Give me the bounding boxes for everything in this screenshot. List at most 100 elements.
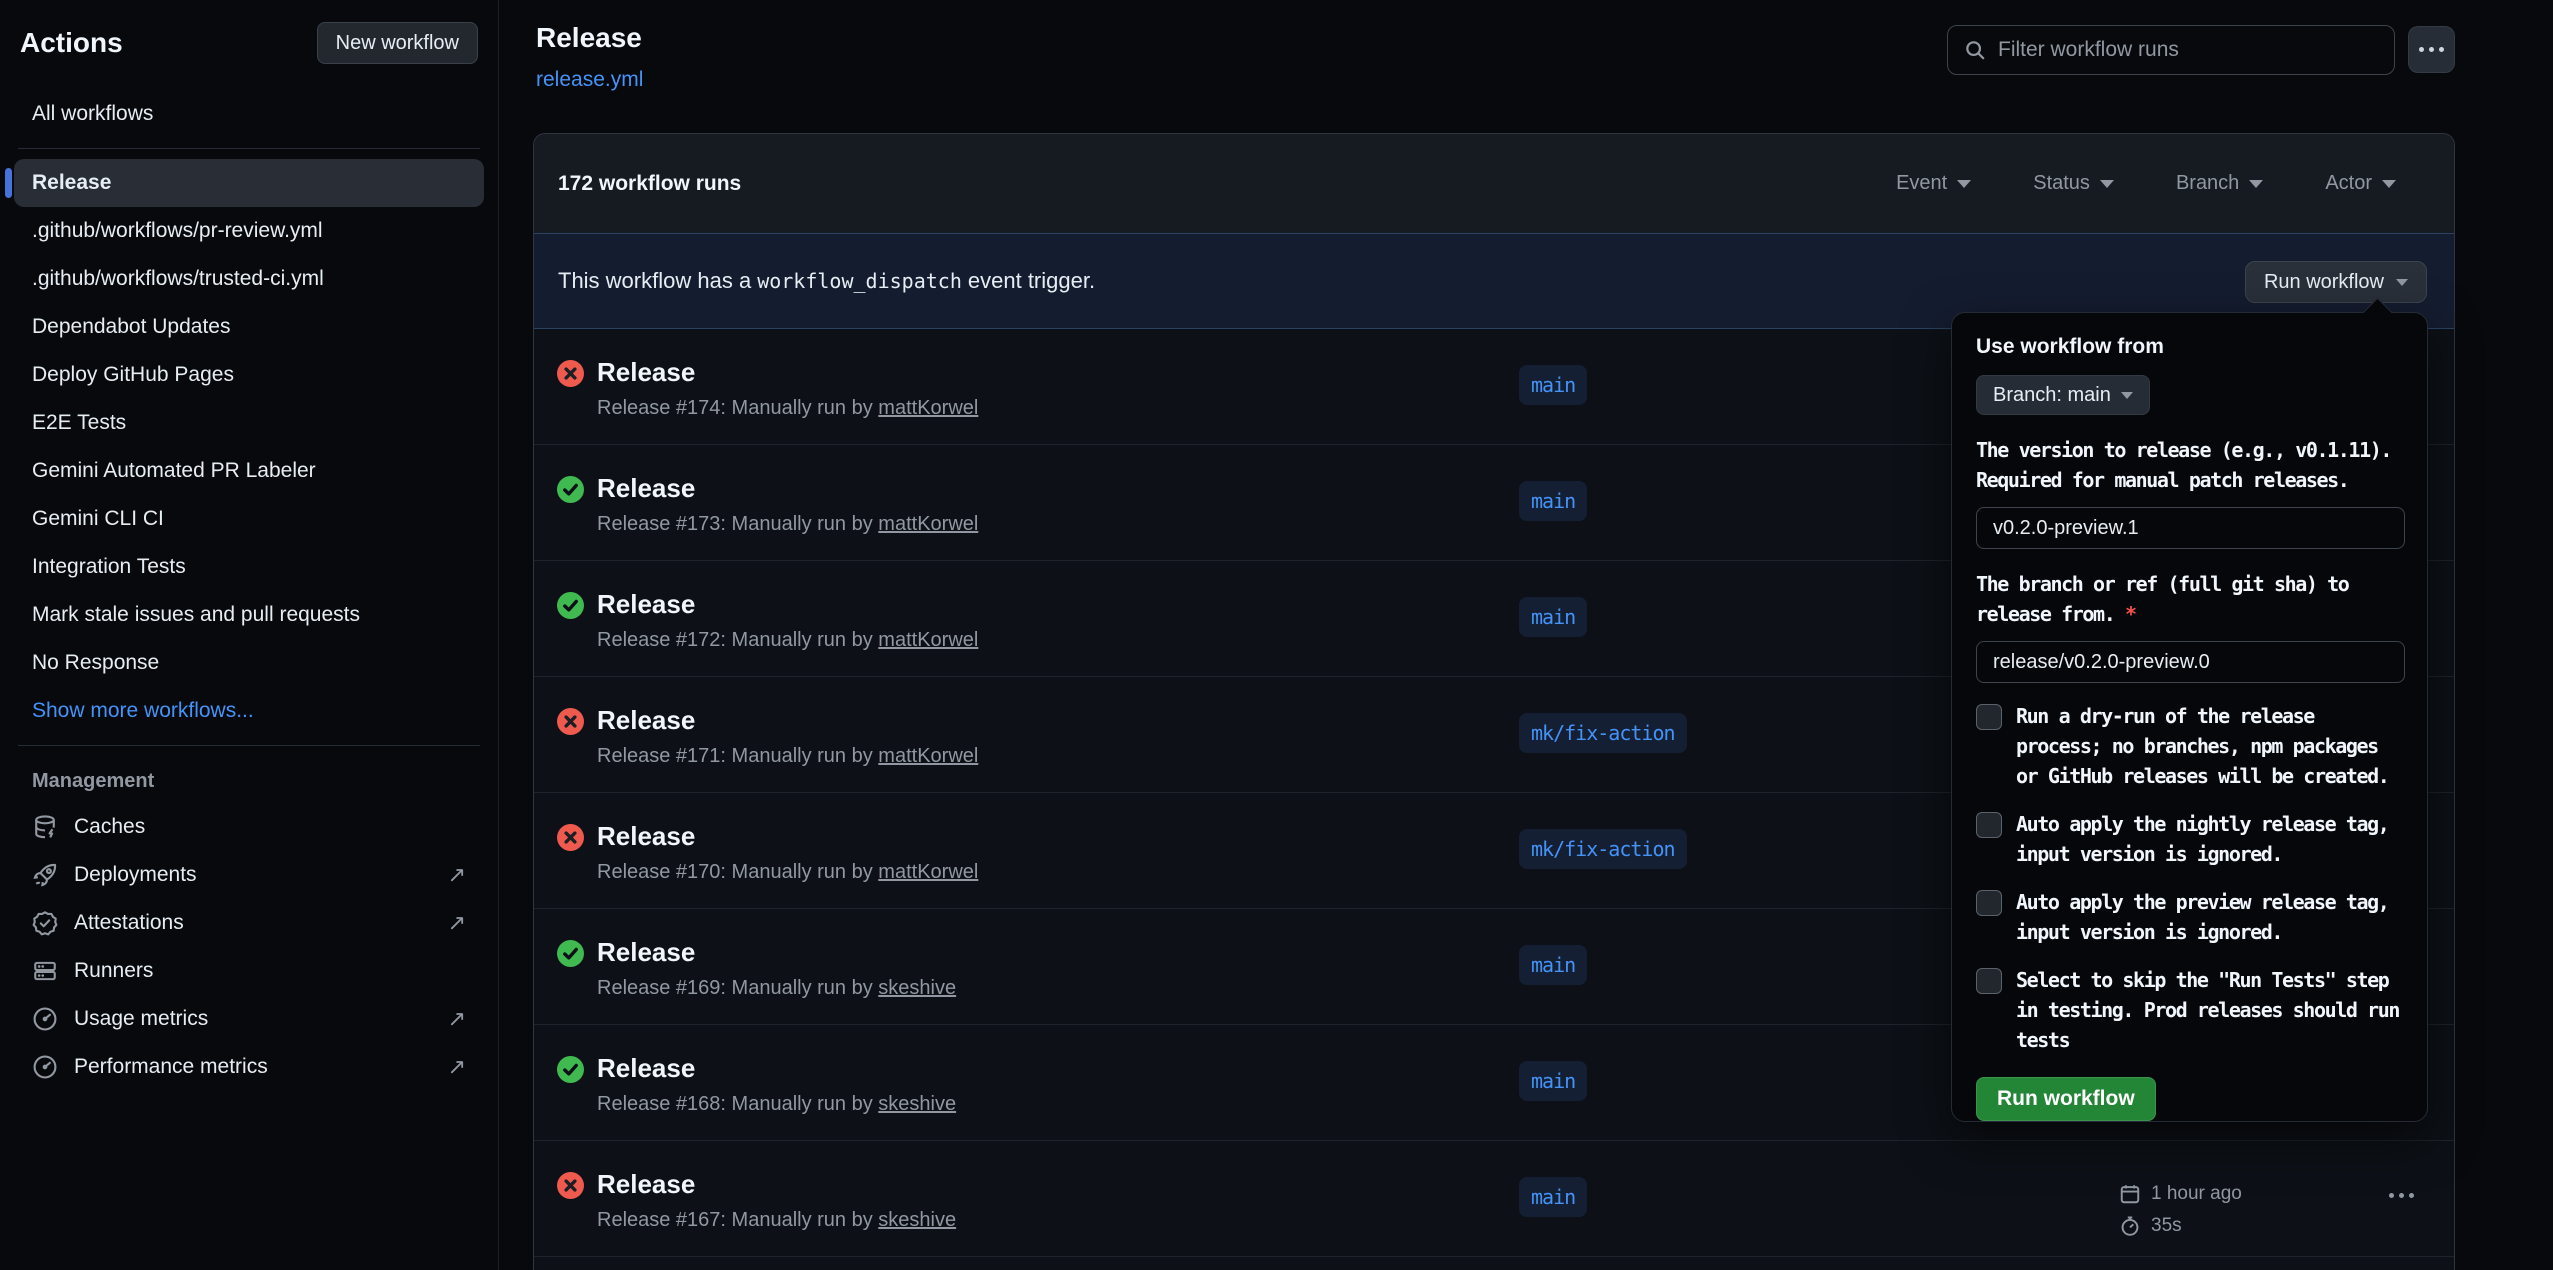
sidebar-item-gemini-automated-pr-labeler[interactable]: Gemini Automated PR Labeler	[14, 447, 484, 495]
runs-count: 172 workflow runs	[558, 172, 741, 196]
panel-checkbox-row: Auto apply the nightly release tag, inpu…	[1976, 809, 2403, 869]
sidebar-item-dependabot-updates[interactable]: Dependabot Updates	[14, 303, 484, 351]
filter-actor[interactable]: Actor	[2325, 172, 2396, 195]
required-asterisk: *	[2125, 602, 2136, 626]
server-icon	[32, 958, 58, 984]
chevron-down-icon	[1957, 180, 1971, 188]
checkbox-label: Auto apply the nightly release tag, inpu…	[2016, 809, 2403, 869]
branch-badge[interactable]: main	[1519, 945, 1587, 985]
branch-badge[interactable]: mk/fix-action	[1519, 713, 1687, 753]
branch-badge[interactable]: main	[1519, 597, 1587, 637]
run-subtitle: Release #171: Manually run by mattKorwel	[597, 745, 978, 768]
filter-event[interactable]: Event	[1896, 172, 1971, 195]
run-workflow-submit-button[interactable]: Run workflow	[1976, 1077, 2156, 1121]
chevron-down-icon	[2249, 180, 2263, 188]
workflow-title: Release	[536, 22, 642, 54]
run-title[interactable]: Release	[597, 937, 695, 968]
management-item-usage-metrics[interactable]: Usage metrics ↗	[14, 995, 484, 1043]
actor-link[interactable]: mattKorwel	[878, 861, 978, 883]
event-code: workflow_dispatch	[751, 269, 968, 293]
management-item-caches[interactable]: Caches	[14, 803, 484, 851]
filter-workflow-runs-field[interactable]	[1947, 25, 2395, 75]
external-link-icon: ↗	[448, 862, 466, 888]
checkbox-input[interactable]	[1976, 704, 2002, 730]
checkbox-input[interactable]	[1976, 812, 2002, 838]
checkbox-input[interactable]	[1976, 890, 2002, 916]
filter-status[interactable]: Status	[2033, 172, 2114, 195]
branch-badge[interactable]: main	[1519, 481, 1587, 521]
run-title[interactable]: Release	[597, 1169, 695, 1200]
sidebar-item-no-response[interactable]: No Response	[14, 639, 484, 687]
run-title[interactable]: Release	[597, 1053, 695, 1084]
sidebar-item-github-workflows-pr-review-yml[interactable]: .github/workflows/pr-review.yml	[14, 207, 484, 255]
run-options-button[interactable]	[2389, 1193, 2414, 1198]
meter-icon	[32, 1054, 58, 1080]
actions-sidebar: Actions New workflow All workflows Relea…	[0, 0, 499, 1270]
run-title[interactable]: Release	[597, 473, 695, 504]
version-input[interactable]	[1976, 507, 2405, 549]
panel-checkboxes: Run a dry-run of the release process; no…	[1976, 701, 2403, 1055]
run-subtitle: Release #169: Manually run by skeshive	[597, 977, 956, 1000]
filter-branch[interactable]: Branch	[2176, 172, 2263, 195]
sidebar-item-all-workflows[interactable]: All workflows	[14, 90, 484, 138]
verified-icon	[32, 910, 58, 936]
success-status-icon	[557, 940, 584, 967]
run-subtitle: Release #172: Manually run by mattKorwel	[597, 629, 978, 652]
rocket-icon	[32, 862, 58, 888]
branch-badge[interactable]: mk/fix-action	[1519, 829, 1687, 869]
sidebar-item-gemini-cli-ci[interactable]: Gemini CLI CI	[14, 495, 484, 543]
failed-status-icon	[557, 1172, 584, 1199]
cache-icon	[32, 814, 58, 840]
meter-icon	[32, 1006, 58, 1032]
actor-link[interactable]: mattKorwel	[878, 745, 978, 767]
branch-badge[interactable]: main	[1519, 1061, 1587, 1101]
sidebar-item-deploy-github-pages[interactable]: Deploy GitHub Pages	[14, 351, 484, 399]
run-workflow-dropdown-button[interactable]: Run workflow	[2245, 261, 2427, 303]
run-title[interactable]: Release	[597, 357, 695, 388]
run-title[interactable]: Release	[597, 705, 695, 736]
management-item-deployments[interactable]: Deployments ↗	[14, 851, 484, 899]
external-link-icon: ↗	[448, 910, 466, 936]
checkbox-input[interactable]	[1976, 968, 2002, 994]
actor-link[interactable]: skeshive	[878, 977, 956, 999]
external-link-icon: ↗	[448, 1054, 466, 1080]
sidebar-item-integration-tests[interactable]: Integration Tests	[14, 543, 484, 591]
run-title[interactable]: Release	[597, 821, 695, 852]
actor-link[interactable]: skeshive	[878, 1093, 956, 1115]
page-title: Actions	[20, 27, 123, 59]
workflow-options-button[interactable]	[2408, 26, 2455, 73]
workflow-run-row[interactable]: Release Release #167: Manually run by sk…	[534, 1141, 2454, 1257]
kebab-icon	[2419, 47, 2444, 52]
sidebar-item-mark-stale-issues-and-pull-requests[interactable]: Mark stale issues and pull requests	[14, 591, 484, 639]
branch-select-button[interactable]: Branch: main	[1976, 375, 2150, 415]
actor-link[interactable]: mattKorwel	[878, 629, 978, 651]
management-item-attestations[interactable]: Attestations ↗	[14, 899, 484, 947]
new-workflow-button[interactable]: New workflow	[317, 22, 478, 64]
failed-status-icon	[557, 708, 584, 735]
sidebar-item-e2e-tests[interactable]: E2E Tests	[14, 399, 484, 447]
search-icon	[1964, 39, 1986, 61]
actor-link[interactable]: mattKorwel	[878, 513, 978, 535]
ref-input[interactable]	[1976, 641, 2405, 683]
run-workflow-panel: Use workflow from Branch: main The versi…	[1951, 312, 2428, 1122]
ref-field-label: The branch or ref (full git sha) to rele…	[1976, 569, 2403, 629]
management-item-runners[interactable]: Runners	[14, 947, 484, 995]
checkbox-label: Select to skip the "Run Tests" step in t…	[2016, 965, 2403, 1055]
management-item-performance-metrics[interactable]: Performance metrics ↗	[14, 1043, 484, 1091]
branch-badge[interactable]: main	[1519, 365, 1587, 405]
chevron-down-icon	[2396, 279, 2408, 286]
branch-badge[interactable]: main	[1519, 1177, 1587, 1217]
run-title[interactable]: Release	[597, 589, 695, 620]
runs-filters: Event Status Branch Actor	[1896, 172, 2396, 195]
sidebar-item-release[interactable]: Release	[14, 159, 484, 207]
actor-link[interactable]: mattKorwel	[878, 397, 978, 419]
workflow-file-link[interactable]: release.yml	[536, 68, 643, 92]
sidebar-item-show-more-workflows[interactable]: Show more workflows...	[14, 687, 484, 735]
failed-status-icon	[557, 360, 584, 387]
version-field-label: The version to release (e.g., v0.1.11). …	[1976, 435, 2403, 495]
actor-link[interactable]: skeshive	[878, 1209, 956, 1231]
run-meta: 1 hour ago 35s	[2119, 1181, 2242, 1245]
sidebar-item-github-workflows-trusted-ci-yml[interactable]: .github/workflows/trusted-ci.yml	[14, 255, 484, 303]
success-status-icon	[557, 476, 584, 503]
search-input[interactable]	[1998, 38, 2378, 62]
